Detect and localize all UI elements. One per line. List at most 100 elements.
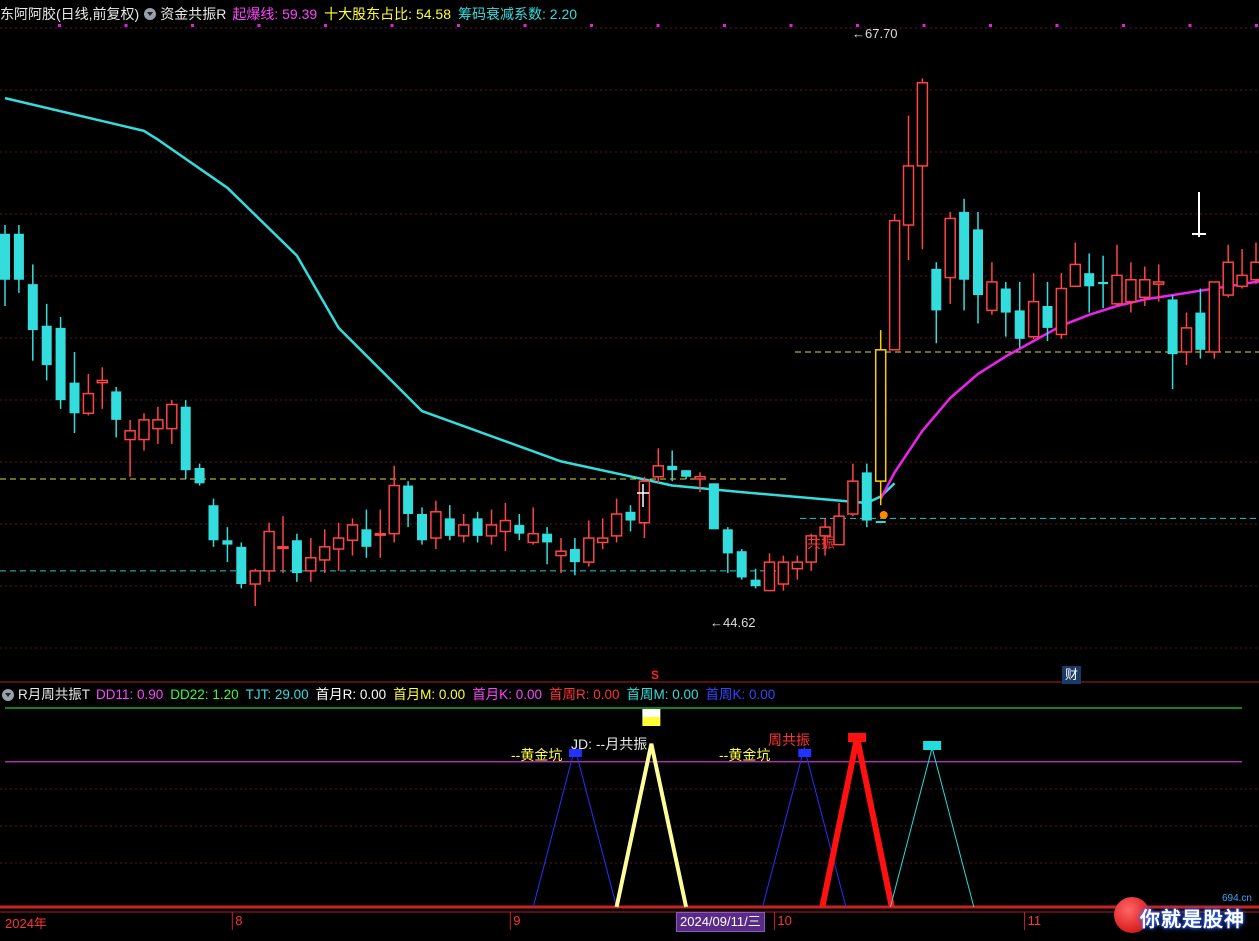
candle-body <box>1208 281 1221 353</box>
month-label-1: 9 <box>513 913 521 928</box>
candle-body <box>1055 287 1068 336</box>
watermark-logo: 你就是股神 694.cn <box>1110 893 1258 935</box>
candle-body <box>374 532 387 536</box>
sub-param-8: 首周K: 0.00 <box>705 687 776 702</box>
candle-body <box>305 557 317 572</box>
candle-body <box>444 518 455 536</box>
candle-body <box>388 484 400 535</box>
candle-body <box>361 529 372 547</box>
signal-peak-0 <box>532 745 618 908</box>
chart-stage[interactable]: 东阿阿胶(日线,前复权) 资金共振R 起爆线: 59.39 十大股东占比: 54.… <box>0 0 1259 936</box>
sub-param-5: 首月K: 0.00 <box>472 687 542 702</box>
top-marker-dot <box>789 24 793 27</box>
candle-body <box>222 540 233 545</box>
hdr-param-2: 筹码衰减系数: 2.20 <box>458 6 578 22</box>
candle-body <box>625 511 636 521</box>
candle-body <box>874 349 887 482</box>
site-text: 694.cn <box>1221 893 1252 904</box>
top-marker-dot <box>922 24 926 27</box>
dropdown-circle-icon[interactable] <box>144 8 157 20</box>
month-label-2: 10 <box>777 913 792 928</box>
stock-title: 东阿阿胶(日线,前复权) <box>0 6 140 22</box>
month-label-3: 11 <box>1027 913 1042 928</box>
high-price-label: ←67.70 <box>852 26 898 41</box>
candle-body <box>555 550 567 557</box>
hdr-param-0: 起爆线: 59.39 <box>232 6 318 22</box>
candle-body <box>694 476 706 480</box>
candle-body <box>1111 274 1123 305</box>
candle-body <box>263 530 275 572</box>
candle-body <box>596 537 609 544</box>
candle-body <box>0 233 10 280</box>
candle-body <box>791 561 804 570</box>
cai-marker[interactable]: 财 <box>1062 666 1082 684</box>
sub-param-6: 首周R: 0.00 <box>548 687 620 702</box>
watermark-text: 你就是股神 <box>1140 909 1245 931</box>
top-marker-dot <box>1255 24 1258 27</box>
candle-body <box>1167 299 1178 355</box>
peak-cap-marker <box>642 717 661 726</box>
candle-body <box>1125 278 1137 303</box>
candle-body <box>777 561 790 585</box>
candle-body <box>569 549 580 563</box>
candle-body <box>180 406 191 471</box>
week-resonance-label: 周共振 <box>768 732 810 748</box>
sub-header: R月周共振T DD11: 0.90 DD22: 1.20 TJT: 29.00 首月R… <box>0 684 788 706</box>
candle-body <box>652 465 665 478</box>
candle-body <box>1250 261 1259 281</box>
candle-body <box>583 537 595 563</box>
candle-body <box>514 524 525 534</box>
candle-body <box>931 268 942 311</box>
resonance-label: 共振 <box>807 535 835 551</box>
candle-body <box>124 430 136 441</box>
candle-body <box>847 480 859 515</box>
top-marker-dot <box>590 24 593 27</box>
candle-body <box>1152 281 1165 285</box>
candle-body <box>430 511 442 539</box>
candle-body <box>722 529 733 554</box>
gold-pit-label-1: --黄金坑 <box>511 747 563 763</box>
candle-body <box>750 579 761 587</box>
candle-body <box>152 419 164 430</box>
candle-body <box>82 392 95 415</box>
month-label-0: 8 <box>235 913 243 928</box>
s-marker: S <box>651 668 660 682</box>
candle-body <box>318 546 331 561</box>
main-header: 东阿阿胶(日线,前复权) 资金共振R 起爆线: 59.39 十大股东占比: 54.… <box>0 3 584 25</box>
candle-body <box>111 391 122 420</box>
dropdown-circle-icon[interactable] <box>2 689 14 701</box>
peak-cap-marker <box>848 733 867 742</box>
top-marker-dot <box>1122 24 1125 27</box>
candle-body <box>236 546 247 585</box>
sub-indicator-name: R月周共振T <box>18 687 90 702</box>
date-badge: 2024/09/11/三 <box>676 912 765 932</box>
top-marker-dot <box>723 24 726 27</box>
signal-peak-4 <box>889 745 975 908</box>
candle-body <box>249 570 261 585</box>
candle-body <box>916 81 929 167</box>
candle-body <box>638 480 651 524</box>
sub-param-0: DD11: 0.90 <box>96 687 164 702</box>
candle-body <box>403 485 414 514</box>
sub-param-4: 首月M: 0.00 <box>393 687 466 702</box>
month-resonance-label: JD: --月共振 <box>571 736 648 752</box>
candle-body <box>736 551 747 578</box>
ma-long-line <box>4 96 896 505</box>
price-chart[interactable] <box>0 0 1259 936</box>
candle-body <box>55 327 66 401</box>
candle-body <box>346 524 359 541</box>
candle-body <box>888 219 901 351</box>
candle-body <box>417 513 427 541</box>
candle-body <box>1069 263 1082 288</box>
resonance-dot <box>879 511 888 519</box>
candle-body <box>27 284 38 331</box>
candle-body <box>527 532 539 544</box>
sub-param-7: 首周M: 0.00 <box>626 687 699 702</box>
candle-body <box>986 281 998 312</box>
candle-body <box>681 470 692 477</box>
peak-cap-marker <box>923 741 942 750</box>
candle-body <box>69 382 80 414</box>
candle-body <box>542 533 553 543</box>
peak-cap-marker <box>642 709 661 717</box>
signal-peak-3 <box>819 737 895 908</box>
